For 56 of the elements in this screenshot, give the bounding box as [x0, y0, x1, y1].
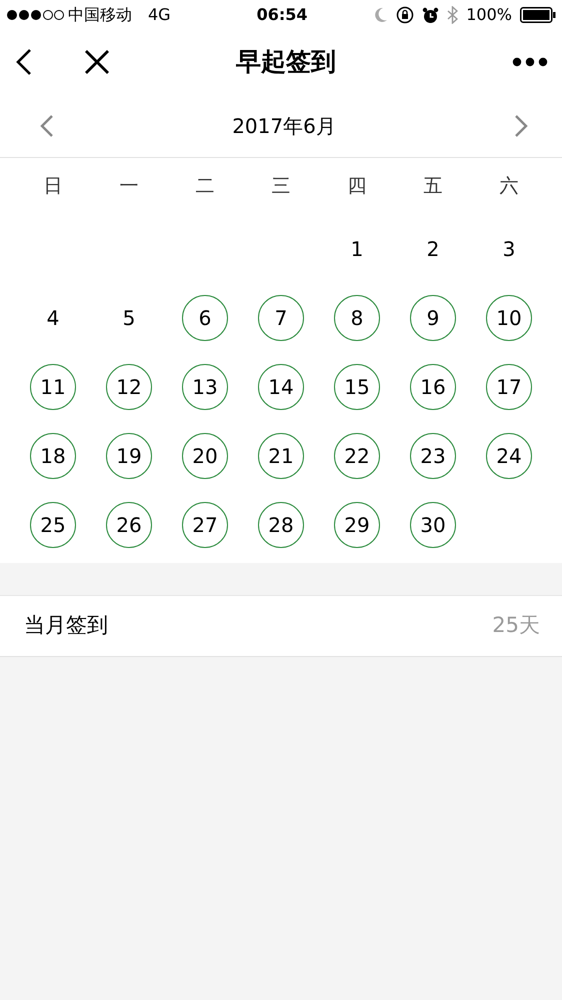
calendar-day[interactable]: 29: [334, 502, 380, 548]
weekday-label: 五: [424, 174, 442, 199]
calendar-day[interactable]: 21: [258, 432, 304, 478]
calendar-day[interactable]: 16: [410, 364, 456, 410]
calendar-day[interactable]: 15: [334, 364, 380, 410]
bluetooth-icon: [447, 6, 458, 24]
weekday-label: 三: [272, 174, 290, 199]
carrier-name: 中国移动: [68, 4, 132, 26]
calendar-day[interactable]: 11: [30, 364, 76, 410]
calendar-day[interactable]: 22: [334, 432, 380, 478]
calendar-day[interactable]: 26: [106, 502, 152, 548]
calendar-day[interactable]: 25: [30, 502, 76, 548]
calendar-day[interactable]: 4: [30, 294, 76, 340]
calendar-day[interactable]: 2: [410, 226, 456, 272]
calendar-day[interactable]: 7: [258, 294, 304, 340]
summary-label: 当月签到: [24, 612, 108, 640]
network-type: 4G: [148, 4, 171, 26]
summary-value: 25天: [492, 612, 540, 640]
moon-icon: [374, 7, 388, 23]
next-month-button[interactable]: [514, 114, 528, 138]
weekday-label: 六: [500, 174, 518, 199]
battery-percent: 100%: [466, 4, 512, 26]
calendar-day[interactable]: 27: [182, 502, 228, 548]
calendar-day[interactable]: 18: [30, 432, 76, 478]
clock-time: 06:54: [256, 4, 308, 26]
calendar-day[interactable]: 3: [486, 226, 532, 272]
calendar-day[interactable]: 23: [410, 432, 456, 478]
weekday-label: 二: [196, 174, 214, 199]
month-title: 2017年6月: [232, 112, 336, 140]
calendar-day[interactable]: 12: [106, 364, 152, 410]
back-button[interactable]: [14, 48, 34, 76]
calendar-day[interactable]: 13: [182, 364, 228, 410]
calendar-day[interactable]: 14: [258, 364, 304, 410]
calendar-day[interactable]: 28: [258, 502, 304, 548]
calendar-day[interactable]: 1: [334, 226, 380, 272]
calendar-day[interactable]: 30: [410, 502, 456, 548]
alarm-icon: [422, 6, 440, 24]
calendar-day[interactable]: 9: [410, 294, 456, 340]
calendar-day[interactable]: 8: [334, 294, 380, 340]
calendar-day[interactable]: 17: [486, 364, 532, 410]
battery-icon: [520, 7, 556, 23]
previous-month-button[interactable]: [40, 114, 54, 138]
page-title: 早起签到: [236, 46, 336, 78]
weekday-label: 日: [44, 174, 62, 199]
calendar-day[interactable]: 19: [106, 432, 152, 478]
more-button[interactable]: [512, 57, 548, 67]
calendar-day[interactable]: 24: [486, 432, 532, 478]
close-button[interactable]: [84, 49, 110, 75]
calendar-day[interactable]: 5: [106, 294, 152, 340]
calendar-day[interactable]: 6: [182, 294, 228, 340]
weekday-label: 四: [348, 174, 366, 199]
calendar-day[interactable]: 20: [182, 432, 228, 478]
calendar-day[interactable]: 10: [486, 294, 532, 340]
weekday-label: 一: [120, 174, 138, 199]
rotation-lock-icon: [396, 6, 414, 24]
signal-icon: [6, 9, 64, 21]
